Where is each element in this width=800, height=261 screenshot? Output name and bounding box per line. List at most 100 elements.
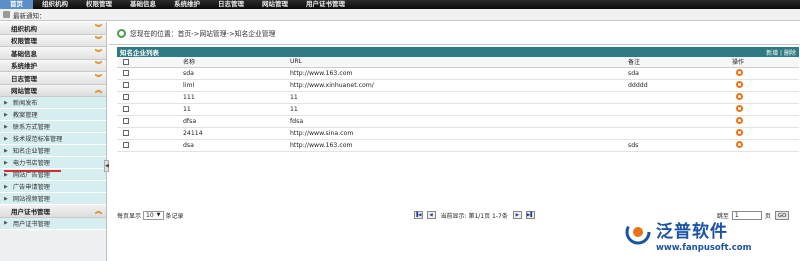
top-menu-item[interactable]: 首页 <box>0 0 33 9</box>
sidebar-section-label: 用户证书管理 <box>11 207 50 216</box>
watermark-logo: 泛普软件 www.fanpusoft.com <box>622 213 798 259</box>
bullet-arrow-icon: ▶ <box>4 111 8 118</box>
top-menu-bar: 首页 组织机构 权限管理 基础信息 系统维护 日志管理 网站管理 用户证书管理 <box>0 0 800 9</box>
first-page-button[interactable]: ▐◀ <box>413 211 423 219</box>
cell-remark <box>628 103 732 116</box>
table-row: 11 11 <box>117 103 799 116</box>
top-menu-item[interactable]: 网站管理 <box>253 0 297 9</box>
bullet-arrow-icon: ▶ <box>4 195 8 202</box>
separator: | <box>780 49 783 57</box>
breadcrumb-text: 您现在的位置：首页->网站管理->知名企业管理 <box>130 30 276 38</box>
sidebar-section[interactable]: 基础信息 ︾ <box>0 47 106 60</box>
edit-action-icon[interactable] <box>736 105 743 113</box>
edit-action-icon[interactable] <box>736 93 743 101</box>
sidebar-section-label: 网站管理 <box>11 87 37 96</box>
bullet-arrow-icon: ▶ <box>4 123 8 130</box>
current-item-underline <box>4 170 61 172</box>
cell-url: http://www.xinhuanet.com/ <box>290 79 628 92</box>
row-checkbox[interactable] <box>123 117 129 124</box>
sidebar: 组织机构 ︾ 权限管理 ︾ 基础信息 ︾ 系统维护 ︾ 日志管理 ︾ 网站管理 ︽ ▶ 新闻发布 ▶ 教案管理… <box>0 22 107 261</box>
gear-icon <box>117 28 126 38</box>
sidebar-item[interactable]: ▶ 知名企业管理 <box>0 145 106 157</box>
edit-action-icon[interactable] <box>736 141 743 149</box>
per-page-select[interactable]: 10 ▼ <box>143 210 164 220</box>
sidebar-section-label: 组织机构 <box>11 24 37 33</box>
row-checkbox[interactable] <box>123 81 129 88</box>
top-menu-item[interactable]: 日志管理 <box>209 0 253 9</box>
sidebar-item[interactable]: ▶ 新闻发布 <box>0 97 106 109</box>
cell-remark <box>628 91 732 104</box>
cell-remark <box>628 115 732 128</box>
cell-url: fdsa <box>290 115 628 128</box>
bullet-arrow-icon: ▶ <box>4 147 8 154</box>
enterprise-table: 名称 URL 备注 操作 sda http://www.163.com sda lim… <box>117 57 799 152</box>
add-link[interactable]: 新增 <box>766 50 778 57</box>
sidebar-section[interactable]: 权限管理 ︾ <box>0 34 106 47</box>
edit-action-icon[interactable] <box>736 81 743 89</box>
row-checkbox[interactable] <box>123 69 129 76</box>
header-name: 名称 <box>183 57 290 68</box>
row-checkbox[interactable] <box>123 93 129 100</box>
per-page-suffix: 条记录 <box>165 212 184 220</box>
row-checkbox[interactable] <box>123 105 129 112</box>
row-checkbox[interactable] <box>123 129 129 136</box>
select-all-checkbox[interactable] <box>123 58 129 65</box>
sidebar-item-label: 广告申请管理 <box>12 184 50 191</box>
cell-remark: sds <box>628 139 732 152</box>
top-menu-item[interactable]: 基础信息 <box>121 0 165 9</box>
chevron-double-up-icon: ︽ <box>95 86 102 95</box>
top-menu-item[interactable]: 权限管理 <box>77 0 121 9</box>
next-page-button[interactable]: ▶ <box>512 211 522 219</box>
header-action: 操作 <box>732 57 799 68</box>
sidebar-section[interactable]: 用户证书管理 ︽ <box>0 205 106 218</box>
last-page-button[interactable]: ▶▌ <box>525 211 535 219</box>
delete-link[interactable]: 删除 <box>784 50 796 57</box>
bullet-arrow-icon: ▶ <box>4 159 8 166</box>
per-page-prefix: 每页显示 <box>117 212 142 220</box>
per-page-value: 10 <box>146 211 154 219</box>
sidebar-item[interactable]: ▶ 广告申请管理 <box>0 181 106 193</box>
sidebar-item[interactable]: ▶ 联系方式管理 <box>0 121 106 133</box>
sidebar-item[interactable]: ▶ 电力书店管理 <box>0 157 106 169</box>
table-row: liml http://www.xinhuanet.com/ddddd <box>117 79 799 92</box>
bullet-arrow-icon: ▶ <box>4 135 8 142</box>
logo-icon <box>625 219 651 245</box>
sidebar-section[interactable]: 组织机构 ︾ <box>0 22 106 35</box>
edit-action-icon[interactable] <box>736 129 743 137</box>
chevron-double-down-icon: ︾ <box>95 36 102 45</box>
sidebar-item[interactable]: ▶ 教案管理 <box>0 109 106 121</box>
cell-remark: sda <box>628 67 732 80</box>
sidebar-item[interactable]: ▶ 用户证书管理 <box>0 217 106 230</box>
chevron-double-down-icon: ︾ <box>95 61 102 70</box>
prev-page-button[interactable]: ◀ <box>426 211 436 219</box>
table-row: dsa http://www.163.com sds <box>117 139 799 152</box>
top-menu-item[interactable]: 系统维护 <box>165 0 209 9</box>
edit-action-icon[interactable] <box>736 117 743 125</box>
sidebar-item[interactable]: ▶ 网站视频管理 <box>0 193 106 205</box>
row-checkbox[interactable] <box>123 141 129 148</box>
sidebar-section[interactable]: 系统维护 ︾ <box>0 59 106 72</box>
cell-url: 11 <box>290 103 628 116</box>
speaker-icon <box>3 11 10 18</box>
table-header-row: 名称 URL 备注 操作 <box>117 57 799 68</box>
sidebar-item-label: 知名企业管理 <box>12 148 50 155</box>
header-url: URL <box>290 57 628 68</box>
bullet-arrow-icon: ▶ <box>4 220 8 226</box>
panel-actions: 新增 | 删除 <box>766 48 796 57</box>
sidebar-section[interactable]: 网站管理 ︽ <box>0 84 106 97</box>
bullet-arrow-icon: ▶ <box>4 171 8 178</box>
cell-url: http://www.163.com <box>290 67 628 80</box>
chevron-double-down-icon: ︾ <box>95 73 102 82</box>
top-menu-item[interactable]: 组织机构 <box>33 0 77 9</box>
cell-name: 24114 <box>183 127 290 140</box>
sidebar-item-label: 用户证书管理 <box>12 220 50 228</box>
sidebar-item[interactable]: ▶ 技术规范标准管理 <box>0 133 106 145</box>
sidebar-section-label: 日志管理 <box>11 74 37 83</box>
sidebar-section[interactable]: 日志管理 ︾ <box>0 72 106 85</box>
chevron-double-down-icon: ︾ <box>95 23 102 32</box>
top-menu-item[interactable]: 用户证书管理 <box>297 0 354 9</box>
sidebar-item-label: 教案管理 <box>12 112 38 119</box>
edit-action-icon[interactable] <box>736 69 743 77</box>
brand-name: 泛普软件 <box>656 222 728 242</box>
sidebar-item-label: 联系方式管理 <box>12 124 50 131</box>
